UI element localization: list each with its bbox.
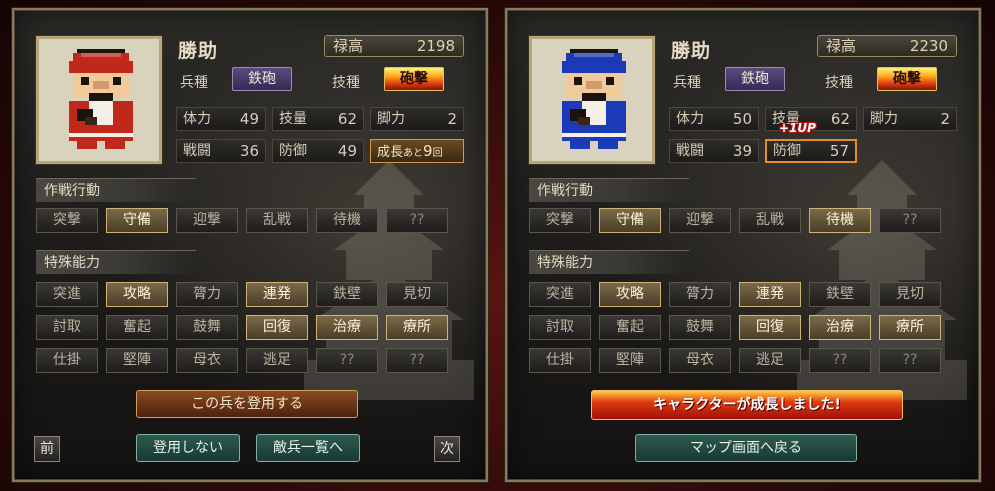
ability-button-8: 鼓舞 (669, 315, 731, 340)
unit-type-label: 兵種 (180, 75, 208, 91)
tactic-button-4[interactable]: 待機 (809, 208, 871, 233)
ability-button-11: 療所 (386, 315, 448, 340)
stat-defense: 防御 49 (272, 139, 364, 163)
skill-type-chip: 砲撃 (877, 67, 937, 91)
skill-type-label: 技種 (332, 75, 360, 91)
ability-button-3: 連発 (246, 282, 308, 307)
ability-button-0: 突進 (36, 282, 98, 307)
soldier-sprite-icon (69, 49, 133, 149)
ability-button-0: 突進 (529, 282, 591, 307)
growth-counter: 成長あと9回 (370, 139, 464, 163)
unit-name: 勝助 (178, 40, 219, 62)
ability-button-4: 鉄壁 (809, 282, 871, 307)
soldier-sprite-icon (562, 49, 626, 149)
stat-speed: 脚力 2 (370, 107, 464, 131)
growth-banner: キャラクターが成長しました! (591, 390, 903, 420)
ability-button-6: 討取 (529, 315, 591, 340)
ability-button-7: 奮起 (599, 315, 661, 340)
ability-button-3: 連発 (739, 282, 801, 307)
tactic-button-0[interactable]: 突撃 (36, 208, 98, 233)
tactic-button-2[interactable]: 迎撃 (176, 208, 238, 233)
tactic-button-0[interactable]: 突撃 (529, 208, 591, 233)
ability-button-2: 膂力 (176, 282, 238, 307)
unit-type-chip: 鉄砲 (232, 67, 292, 91)
ability-button-12: 仕掛 (36, 348, 98, 373)
unit-type-label: 兵種 (673, 75, 701, 91)
stipend-box: 禄高 2198 (324, 35, 464, 57)
ability-button-6: 討取 (36, 315, 98, 340)
skill-type-chip: 砲撃 (384, 67, 444, 91)
ability-button-15: 逃足 (246, 348, 308, 373)
recruit-button[interactable]: この兵を登用する (136, 390, 358, 418)
ability-button-16: ?? (809, 348, 871, 373)
ability-button-17: ?? (879, 348, 941, 373)
ability-button-4: 鉄壁 (316, 282, 378, 307)
stipend-label: 禄高 (826, 37, 857, 55)
ability-button-5: 見切 (386, 282, 448, 307)
stat-skill: 技量 62 (272, 107, 364, 131)
stipend-label: 禄高 (333, 37, 364, 55)
ability-button-1: 攻略 (106, 282, 168, 307)
unit-portrait (36, 36, 162, 164)
ability-button-14: 母衣 (669, 348, 731, 373)
tactic-button-1[interactable]: 守備 (106, 208, 168, 233)
tactic-button-5[interactable]: ?? (879, 208, 941, 233)
tactic-button-5[interactable]: ?? (386, 208, 448, 233)
tactics-header: 作戦行動 (36, 178, 196, 202)
unit-detail-panel-recruit: 勝助 禄高 2198 兵種 鉄砲 技種 砲撃 体力 49 技量 62 脚力 2 戦闘 3… (11, 7, 489, 483)
ability-button-16: ?? (316, 348, 378, 373)
ability-button-2: 膂力 (669, 282, 731, 307)
ability-button-12: 仕掛 (529, 348, 591, 373)
ability-button-14: 母衣 (176, 348, 238, 373)
ability-button-7: 奮起 (106, 315, 168, 340)
unit-type-chip: 鉄砲 (725, 67, 785, 91)
tactic-button-3[interactable]: 乱戦 (246, 208, 308, 233)
tactic-button-3[interactable]: 乱戦 (739, 208, 801, 233)
abilities-header: 特殊能力 (529, 250, 689, 274)
decline-button[interactable]: 登用しない (136, 434, 240, 462)
ability-button-9: 回復 (246, 315, 308, 340)
stipend-value: 2230 (909, 37, 948, 55)
stat-combat: 戦闘 36 (176, 139, 266, 163)
ability-button-11: 療所 (879, 315, 941, 340)
ability-button-1: 攻略 (599, 282, 661, 307)
return-map-button[interactable]: マップ画面へ戻る (635, 434, 857, 462)
ability-button-9: 回復 (739, 315, 801, 340)
tactic-button-2[interactable]: 迎撃 (669, 208, 731, 233)
ability-button-5: 見切 (879, 282, 941, 307)
ability-button-8: 鼓舞 (176, 315, 238, 340)
next-button[interactable]: 次 (434, 436, 460, 462)
stat-stamina: 体力 49 (176, 107, 266, 131)
level-up-badge: +1UP (779, 121, 816, 135)
stat-defense-upgraded: 防御 57 (765, 139, 857, 163)
stipend-value: 2198 (416, 37, 455, 55)
ability-button-10: 治療 (809, 315, 871, 340)
ability-button-10: 治療 (316, 315, 378, 340)
abilities-header: 特殊能力 (36, 250, 196, 274)
enemy-list-button[interactable]: 敵兵一覧へ (256, 434, 360, 462)
unit-name: 勝助 (671, 40, 712, 62)
tactic-button-1[interactable]: 守備 (599, 208, 661, 233)
skill-type-label: 技種 (825, 75, 853, 91)
tactics-header: 作戦行動 (529, 178, 689, 202)
stat-speed: 脚力 2 (863, 107, 957, 131)
ability-button-13: 堅陣 (599, 348, 661, 373)
unit-portrait (529, 36, 655, 164)
stat-stamina: 体力 50 (669, 107, 759, 131)
unit-detail-panel-levelup: 勝助 禄高 2230 兵種 鉄砲 技種 砲撃 体力 50 技量 62 脚力 2 戦闘 3… (504, 7, 982, 483)
ability-button-15: 逃足 (739, 348, 801, 373)
stipend-box: 禄高 2230 (817, 35, 957, 57)
prev-button[interactable]: 前 (34, 436, 60, 462)
ability-button-13: 堅陣 (106, 348, 168, 373)
tactic-button-4[interactable]: 待機 (316, 208, 378, 233)
ability-button-17: ?? (386, 348, 448, 373)
stat-combat: 戦闘 39 (669, 139, 759, 163)
